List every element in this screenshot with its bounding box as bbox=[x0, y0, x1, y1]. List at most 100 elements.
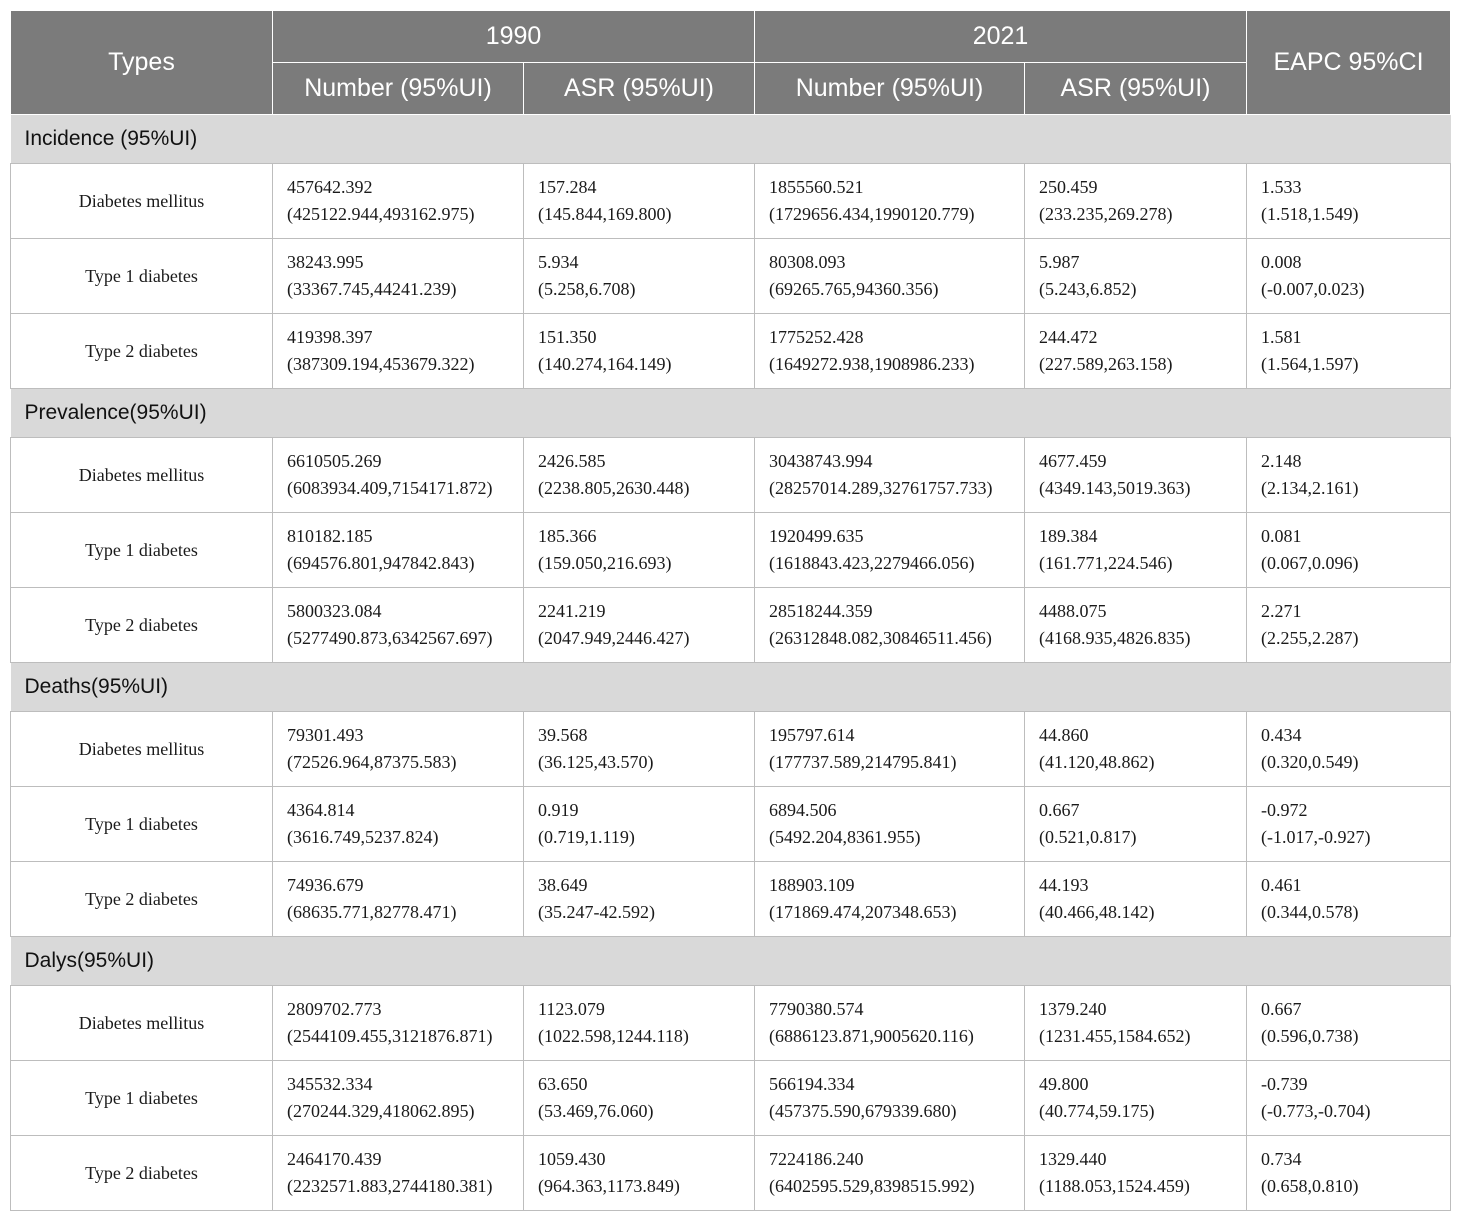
cell-type: Type 1 diabetes bbox=[10, 786, 273, 862]
value: 39.568 bbox=[538, 725, 588, 745]
table-row: Type 2 diabetes 2464170.439 (2232571.883,… bbox=[10, 1135, 1451, 1211]
cell-asr-2021: 49.800 (40.774,59.175) bbox=[1024, 1060, 1247, 1136]
interval: (1649272.938,1908986.233) bbox=[769, 354, 975, 374]
cell-asr-2021: 44.860 (41.120,48.862) bbox=[1024, 711, 1247, 787]
interval: (0.067,0.096) bbox=[1261, 553, 1359, 573]
cell-number-1990: 74936.679 (68635.771,82778.471) bbox=[272, 861, 524, 937]
cell-type: Type 1 diabetes bbox=[10, 238, 273, 314]
interval: (0.596,0.738) bbox=[1261, 1026, 1359, 1046]
cell-number-1990: 4364.814 (3616.749,5237.824) bbox=[272, 786, 524, 862]
table-row: Type 2 diabetes 74936.679 (68635.771,8277… bbox=[10, 861, 1451, 937]
value: 0.434 bbox=[1261, 725, 1302, 745]
cell-eapc: 2.271 (2.255,2.287) bbox=[1246, 587, 1451, 663]
diabetes-burden-table: Types 1990 2021 EAPC 95%CI Number (95%UI… bbox=[10, 10, 1451, 1211]
value: 185.366 bbox=[538, 526, 597, 546]
cell-asr-2021: 244.472 (227.589,263.158) bbox=[1024, 313, 1247, 389]
cell-type: Type 2 diabetes bbox=[10, 587, 273, 663]
value: 1920499.635 bbox=[769, 526, 864, 546]
interval: (40.466,48.142) bbox=[1039, 902, 1155, 922]
value: 7224186.240 bbox=[769, 1149, 864, 1169]
cell-asr-2021: 1329.440 (1188.053,1524.459) bbox=[1024, 1135, 1247, 1211]
cell-number-2021: 28518244.359 (26312848.082,30846511.456) bbox=[754, 587, 1025, 663]
table-row: Diabetes mellitus 79301.493 (72526.964,87… bbox=[10, 711, 1451, 787]
cell-number-1990: 345532.334 (270244.329,418062.895) bbox=[272, 1060, 524, 1136]
cell-asr-2021: 189.384 (161.771,224.546) bbox=[1024, 512, 1247, 588]
value: 0.734 bbox=[1261, 1149, 1302, 1169]
cell-eapc: 0.461 (0.344,0.578) bbox=[1246, 861, 1451, 937]
interval: (35.247-42.592) bbox=[538, 902, 655, 922]
cell-number-1990: 5800323.084 (5277490.873,6342567.697) bbox=[272, 587, 524, 663]
value: 566194.334 bbox=[769, 1074, 855, 1094]
cell-asr-1990: 1123.079 (1022.598,1244.118) bbox=[523, 985, 755, 1061]
interval: (5277490.873,6342567.697) bbox=[287, 628, 493, 648]
value: 1329.440 bbox=[1039, 1149, 1107, 1169]
cell-type: Type 2 diabetes bbox=[10, 1135, 273, 1211]
cell-type: Diabetes mellitus bbox=[10, 163, 273, 239]
interval: (5492.204,8361.955) bbox=[769, 827, 921, 847]
cell-type: Diabetes mellitus bbox=[10, 437, 273, 513]
interval: (140.274,164.149) bbox=[538, 354, 672, 374]
interval: (227.589,263.158) bbox=[1039, 354, 1173, 374]
section-header-row: Incidence (95%UI) bbox=[10, 114, 1451, 164]
interval: (69265.765,94360.356) bbox=[769, 279, 939, 299]
cell-number-2021: 195797.614 (177737.589,214795.841) bbox=[754, 711, 1025, 787]
cell-type: Type 2 diabetes bbox=[10, 313, 273, 389]
cell-type: Diabetes mellitus bbox=[10, 711, 273, 787]
interval: (0.658,0.810) bbox=[1261, 1176, 1359, 1196]
value: 2426.585 bbox=[538, 451, 606, 471]
interval: (171869.474,207348.653) bbox=[769, 902, 957, 922]
cell-asr-1990: 157.284 (145.844,169.800) bbox=[523, 163, 755, 239]
cell-asr-1990: 5.934 (5.258,6.708) bbox=[523, 238, 755, 314]
value: -0.739 bbox=[1261, 1074, 1308, 1094]
section-title: Dalys(95%UI) bbox=[10, 936, 1451, 986]
value: 30438743.994 bbox=[769, 451, 873, 471]
interval: (4349.143,5019.363) bbox=[1039, 478, 1191, 498]
cell-number-2021: 7790380.574 (6886123.871,9005620.116) bbox=[754, 985, 1025, 1061]
value: 810182.185 bbox=[287, 526, 373, 546]
value: 0.008 bbox=[1261, 252, 1302, 272]
interval: (1.518,1.549) bbox=[1261, 204, 1359, 224]
table-row: Type 1 diabetes 810182.185 (694576.801,94… bbox=[10, 512, 1451, 588]
interval: (270244.329,418062.895) bbox=[287, 1101, 475, 1121]
cell-asr-1990: 63.650 (53.469,76.060) bbox=[523, 1060, 755, 1136]
value: 0.461 bbox=[1261, 875, 1302, 895]
value: 6610505.269 bbox=[287, 451, 382, 471]
cell-eapc: 0.434 (0.320,0.549) bbox=[1246, 711, 1451, 787]
cell-number-2021: 566194.334 (457375.590,679339.680) bbox=[754, 1060, 1025, 1136]
value: 4364.814 bbox=[287, 800, 355, 820]
value: 0.919 bbox=[538, 800, 579, 820]
value: 79301.493 bbox=[287, 725, 364, 745]
cell-eapc: -0.972 (-1.017,-0.927) bbox=[1246, 786, 1451, 862]
cell-type: Diabetes mellitus bbox=[10, 985, 273, 1061]
value: 44.860 bbox=[1039, 725, 1089, 745]
interval: (-0.773,-0.704) bbox=[1261, 1101, 1371, 1121]
cell-eapc: 0.081 (0.067,0.096) bbox=[1246, 512, 1451, 588]
cell-asr-1990: 151.350 (140.274,164.149) bbox=[523, 313, 755, 389]
value: 2.148 bbox=[1261, 451, 1302, 471]
value: 188903.109 bbox=[769, 875, 855, 895]
cell-eapc: -0.739 (-0.773,-0.704) bbox=[1246, 1060, 1451, 1136]
cell-asr-2021: 44.193 (40.466,48.142) bbox=[1024, 861, 1247, 937]
interval: (0.719,1.119) bbox=[538, 827, 635, 847]
interval: (5.243,6.852) bbox=[1039, 279, 1137, 299]
value: 1.581 bbox=[1261, 327, 1302, 347]
interval: (964.363,1173.849) bbox=[538, 1176, 680, 1196]
value: 38243.995 bbox=[287, 252, 364, 272]
interval: (1729656.434,1990120.779) bbox=[769, 204, 975, 224]
section-header-row: Deaths(95%UI) bbox=[10, 662, 1451, 712]
interval: (457375.590,679339.680) bbox=[769, 1101, 957, 1121]
interval: (0.344,0.578) bbox=[1261, 902, 1359, 922]
cell-number-1990: 2464170.439 (2232571.883,2744180.381) bbox=[272, 1135, 524, 1211]
interval: (33367.745,44241.239) bbox=[287, 279, 457, 299]
value: 0.081 bbox=[1261, 526, 1302, 546]
cell-number-2021: 6894.506 (5492.204,8361.955) bbox=[754, 786, 1025, 862]
interval: (425122.944,493162.975) bbox=[287, 204, 475, 224]
table-header: Types 1990 2021 EAPC 95%CI Number (95%UI… bbox=[10, 10, 1451, 115]
value: 5.987 bbox=[1039, 252, 1080, 272]
cell-number-1990: 810182.185 (694576.801,947842.843) bbox=[272, 512, 524, 588]
value: 4488.075 bbox=[1039, 601, 1107, 621]
cell-asr-2021: 0.667 (0.521,0.817) bbox=[1024, 786, 1247, 862]
value: 195797.614 bbox=[769, 725, 855, 745]
value: 44.193 bbox=[1039, 875, 1089, 895]
value: 345532.334 bbox=[287, 1074, 373, 1094]
